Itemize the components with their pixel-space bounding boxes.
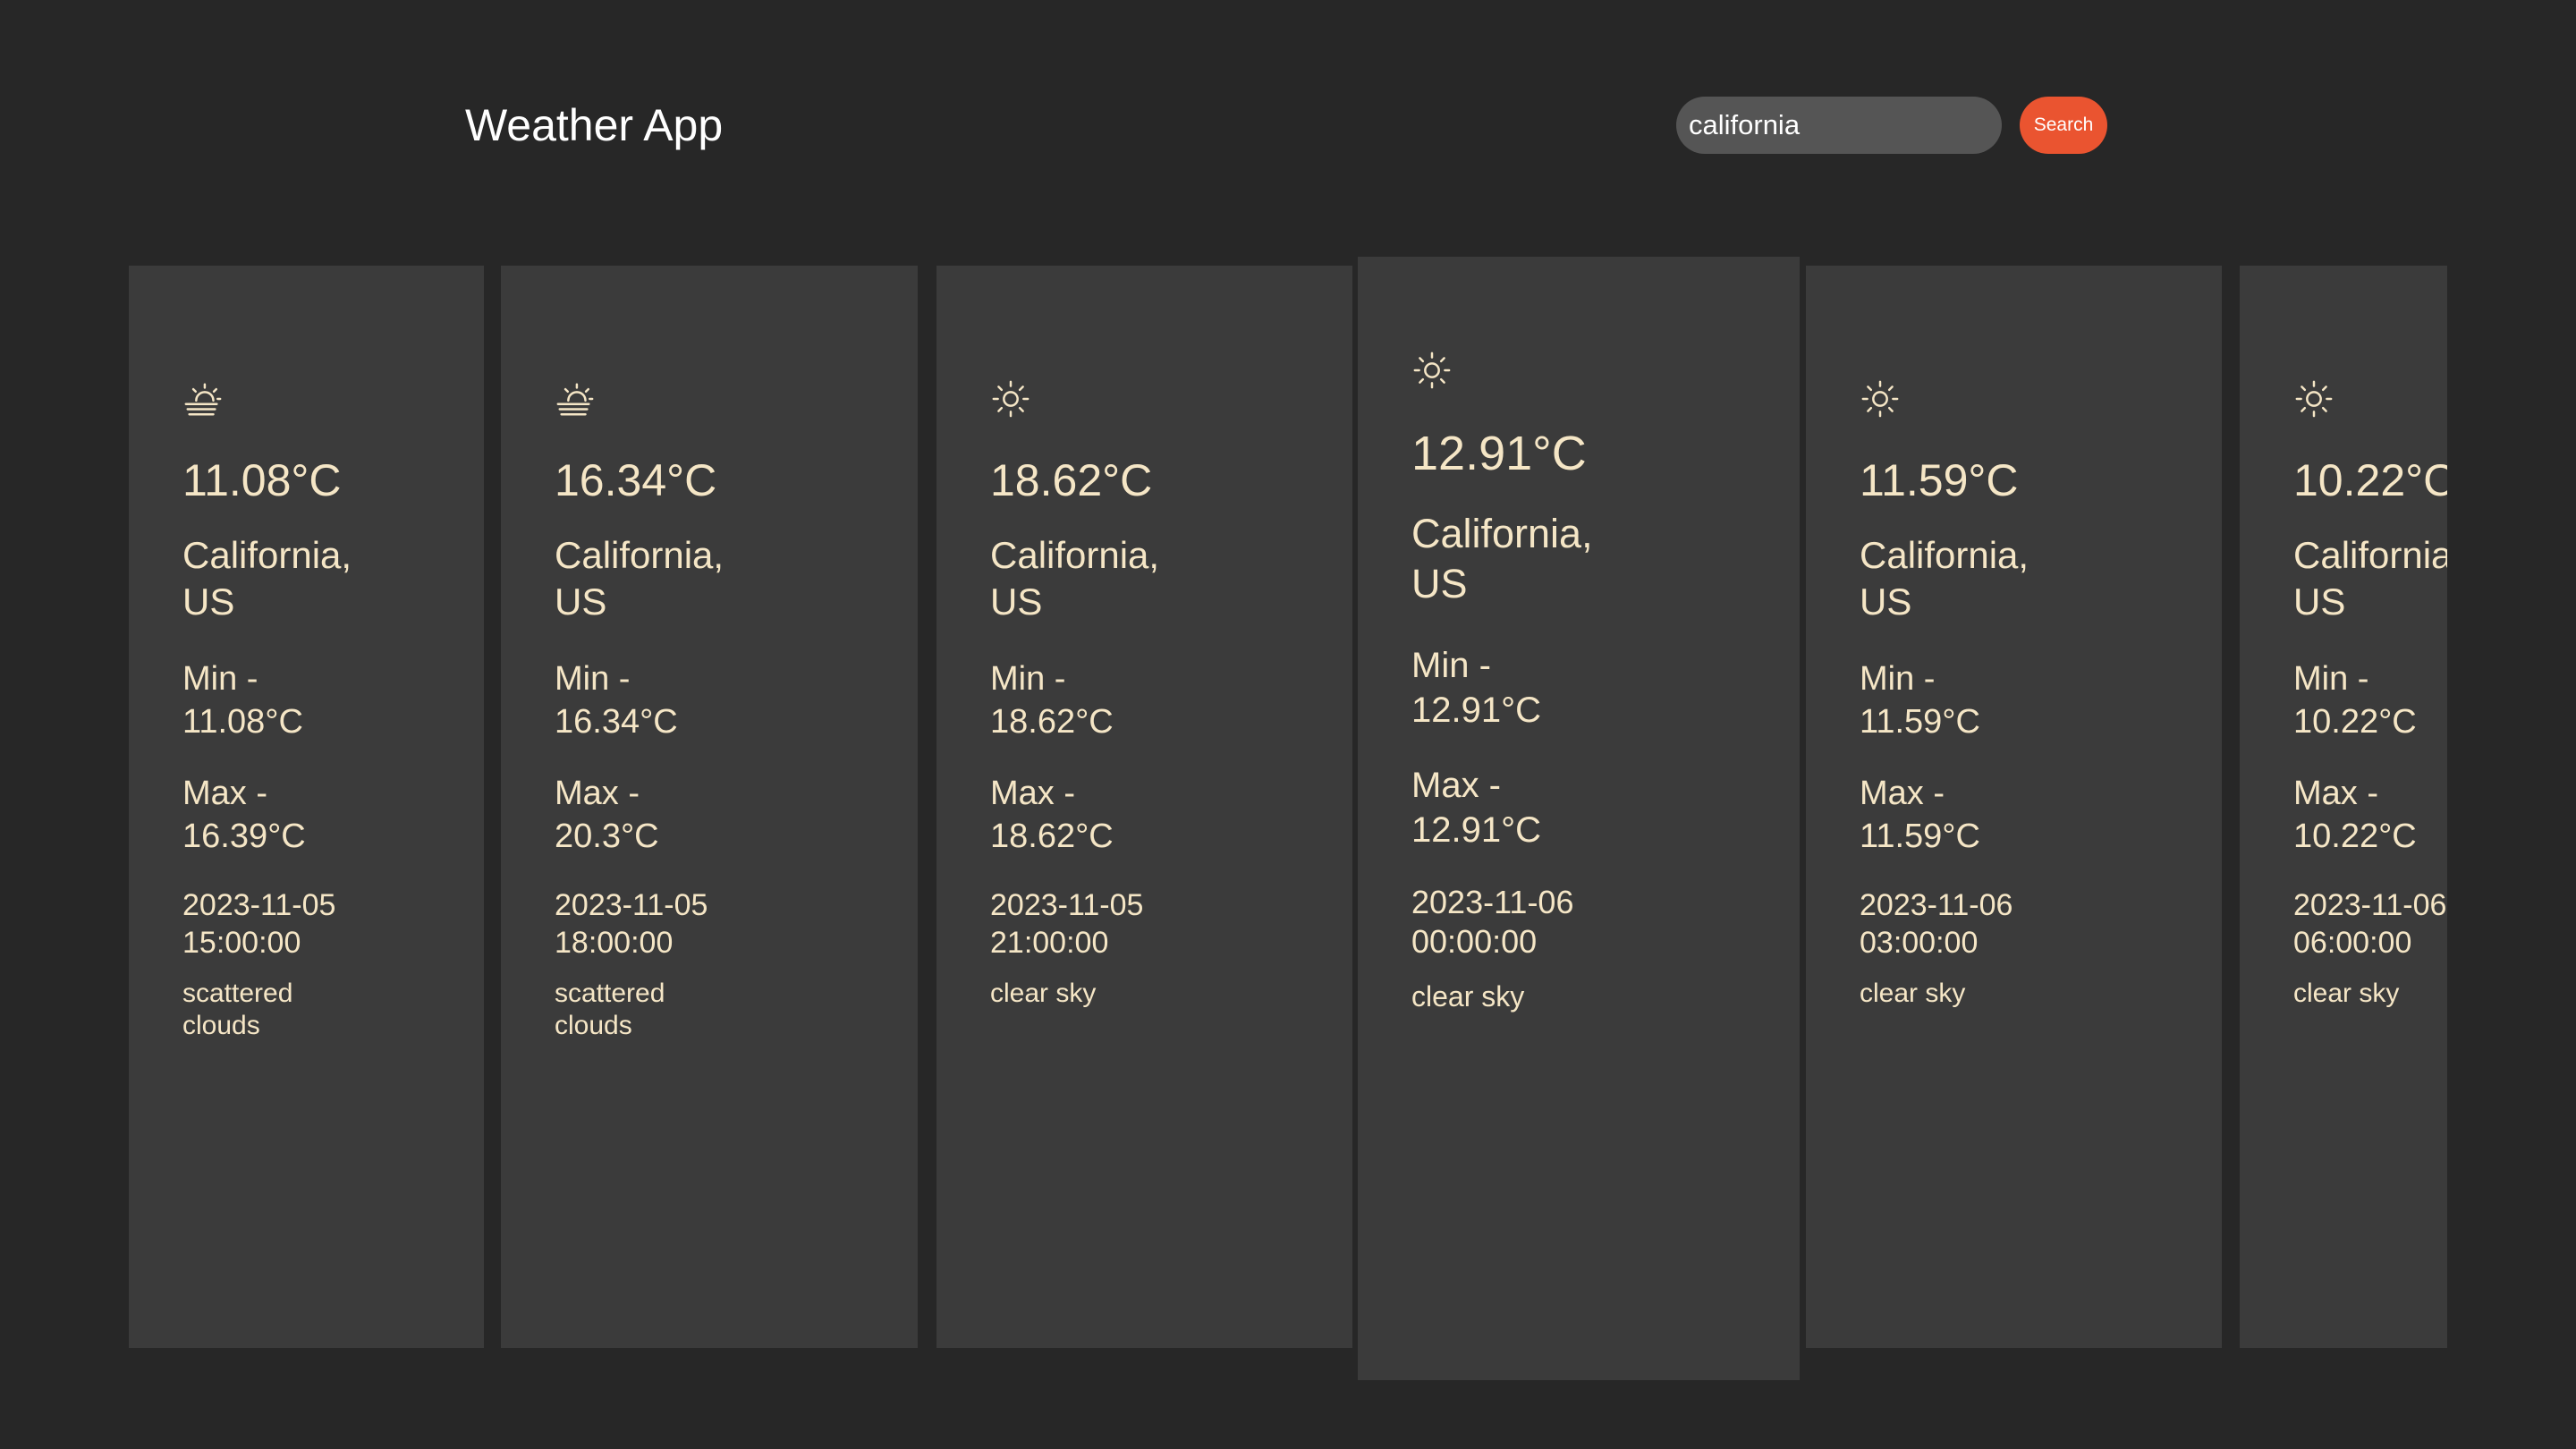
forecast-datetime: 2023-11-06 03:00:00 — [1860, 888, 2013, 960]
max-temperature: Max -16.39°C — [182, 775, 306, 855]
weather-description: clear sky — [1860, 979, 1966, 1008]
forecast-card: 11.08°C California, US Min -11.08°C Max -… — [129, 266, 484, 1348]
forecast-datetime: 2023-11-05 21:00:00 — [990, 888, 1144, 960]
min-temperature: Min -11.08°C — [182, 660, 303, 741]
max-temperature: Max -18.62°C — [990, 775, 1114, 855]
location: California, US — [182, 534, 352, 623]
forecast-card: 18.62°C California, US Min -18.62°C Max -… — [936, 266, 1352, 1348]
weather-description: clear sky — [2293, 979, 2400, 1008]
forecast-card: 11.59°C California, US Min -11.59°C Max -… — [1806, 266, 2222, 1348]
forecast-list: 11.08°C California, US Min -11.08°C Max -… — [0, 0, 2447, 1449]
forecast-datetime: 2023-11-05 15:00:00 — [182, 888, 336, 960]
min-temperature: Min -12.91°C — [1411, 646, 1541, 730]
temperature: 18.62°C — [990, 455, 1153, 505]
min-temperature: Min -16.34°C — [555, 660, 678, 741]
location: California, US — [555, 534, 724, 623]
min-temperature: Min -11.59°C — [1860, 660, 1980, 741]
location: California, US — [2293, 534, 2447, 623]
sun-behind-cloud-icon — [555, 378, 596, 419]
sun-icon — [1860, 378, 1901, 419]
min-temperature: Min -10.22°C — [2293, 660, 2417, 741]
temperature: 16.34°C — [555, 455, 717, 505]
sun-icon — [990, 378, 1031, 419]
temperature: 11.08°C — [182, 455, 342, 505]
temperature: 11.59°C — [1860, 455, 2019, 505]
location: California, US — [1411, 511, 1593, 606]
temperature: 12.91°C — [1411, 427, 1587, 480]
forecast-datetime: 2023-11-06 00:00:00 — [1411, 884, 1574, 960]
min-temperature: Min -18.62°C — [990, 660, 1114, 741]
max-temperature: Max -11.59°C — [1860, 775, 1980, 855]
forecast-card: 16.34°C California, US Min -16.34°C Max -… — [501, 266, 918, 1348]
max-temperature: Max -10.22°C — [2293, 775, 2417, 855]
temperature: 10.22°C — [2293, 455, 2447, 505]
weather-description: scattered clouds — [555, 979, 665, 1040]
sun-icon — [1411, 350, 1453, 391]
forecast-datetime: 2023-11-06 06:00:00 — [2293, 888, 2447, 960]
weather-description: clear sky — [990, 979, 1097, 1008]
forecast-card: 12.91°C California, US Min -12.91°C Max -… — [1358, 257, 1800, 1380]
sun-behind-cloud-icon — [182, 378, 224, 419]
weather-description: clear sky — [1411, 980, 1525, 1013]
location: California, US — [990, 534, 1160, 623]
forecast-datetime: 2023-11-05 18:00:00 — [555, 888, 708, 960]
weather-description: scattered clouds — [182, 979, 293, 1040]
location: California, US — [1860, 534, 2029, 623]
sun-icon — [2293, 378, 2334, 419]
max-temperature: Max -12.91°C — [1411, 766, 1541, 850]
forecast-card: 10.22°C California, US Min -10.22°C Max -… — [2240, 266, 2447, 1348]
max-temperature: Max -20.3°C — [555, 775, 659, 855]
